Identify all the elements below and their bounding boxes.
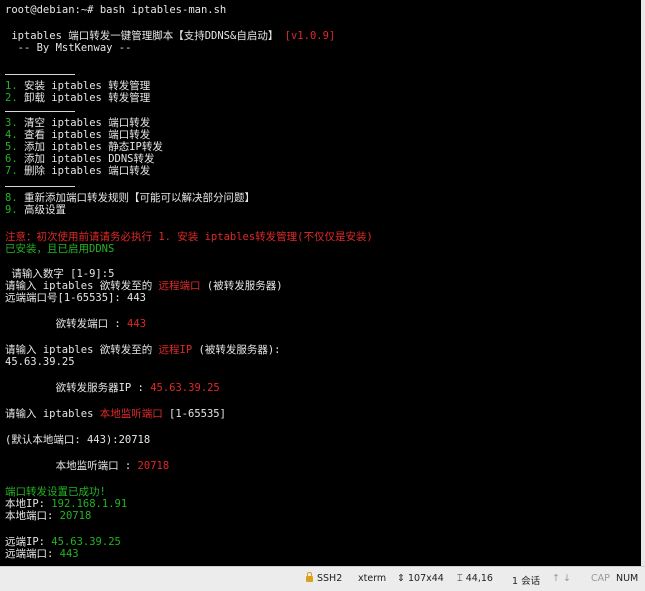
summary-value: 45.63.39.25	[150, 382, 220, 394]
menu-item: 1. 安装 iptables 转发管理	[5, 80, 150, 92]
menu-item-number: 3.	[5, 117, 18, 129]
dest-port-prompt: 请输入 iptables 欲转发至的 远程端口 (被转发服务器)	[5, 280, 283, 292]
summary-label: 欲转发服务器IP :	[5, 382, 151, 394]
prompt-text: (被转发服务器)	[200, 280, 283, 292]
menu-item-number: 4.	[5, 129, 18, 141]
remote-port-line: 远端端口: 443	[5, 548, 79, 560]
summary-value: 20718	[137, 460, 170, 472]
info-label: 远端端口:	[5, 548, 60, 560]
prompt-highlight: 远程IP	[158, 344, 193, 356]
local-port-line: 本地端口: 20718	[5, 510, 91, 522]
header-author: -- By MstKenway --	[5, 42, 132, 54]
status-bar: SSH2 xterm ⇕ 107x44 ⌶ 44,16 1 会话 ↑ ↓ CAP…	[0, 566, 645, 591]
notice-status: 已安装，且已启用DDNS	[5, 243, 115, 255]
cursor-icon: ⌶	[457, 573, 466, 584]
size-value: 107x44	[407, 573, 444, 584]
terminal-scrollbar[interactable]	[641, 0, 645, 566]
menu-item-label: 重新添加端口转发规则【可能可以解决部分问题】	[23, 192, 255, 204]
menu-item-number: 8.	[5, 192, 18, 204]
info-label: 本地端口:	[5, 510, 60, 522]
menu-item-label: 添加 iptables DDNS转发	[23, 153, 155, 165]
dest-port-input: 远端端口号[1-65535]: 443	[5, 292, 147, 304]
info-label: 本地IP:	[5, 498, 52, 510]
dest-ip-input: 45.63.39.25	[5, 356, 75, 368]
terminal-type: xterm	[358, 573, 387, 584]
cursor-position: ⌶ 44,16	[457, 573, 493, 584]
menu-item-label: 删除 iptables 端口转发	[23, 165, 151, 177]
prompt-text: 请输入 iptables 欲转发至的	[5, 344, 159, 356]
dest-ip-prompt: 请输入 iptables 欲转发至的 远程IP (被转发服务器):	[5, 344, 281, 356]
menu-item-label: 清空 iptables 端口转发	[23, 117, 151, 129]
local-port-prompt: 请输入 iptables 本地监听端口 [1-65535]	[5, 408, 226, 420]
ssh-status: SSH2	[306, 572, 343, 584]
terminal-window[interactable]: root@debian:~# bash iptables-man.sh ipta…	[0, 0, 641, 566]
menu-item-label: 添加 iptables 静态IP转发	[23, 141, 163, 153]
menu-item: 2. 卸载 iptables 转发管理	[5, 92, 150, 104]
menu-item-label: 查看 iptables 端口转发	[23, 129, 151, 141]
menu-item: 6. 添加 iptables DDNS转发	[5, 153, 155, 165]
info-value: 192.168.1.91	[51, 498, 128, 510]
summary-value: 443	[127, 318, 147, 330]
local-ip-line: 本地IP: 192.168.1.91	[5, 498, 127, 510]
ssh-label: SSH2	[317, 573, 343, 584]
prompt-highlight: 远程端口	[158, 280, 201, 292]
dest-ip-summary: 欲转发服务器IP : 45.63.39.25	[5, 382, 220, 394]
menu-item-label: 安装 iptables 转发管理	[23, 80, 151, 92]
notice-warning: 注意：初次使用前请请务必执行 1. 安装 iptables转发管理(不仅仅是安装…	[5, 231, 373, 243]
local-port-summary: 本地监听端口 : 20718	[5, 460, 170, 472]
prompt-text: 请输入 iptables	[5, 408, 100, 420]
caps-lock-indicator: CAP	[591, 573, 610, 584]
prompt-highlight: 本地监听端口	[99, 408, 163, 420]
info-label: 远端IP:	[5, 536, 52, 548]
prompt-text: (被转发服务器):	[192, 344, 281, 356]
menu-item: 9. 高级设置	[5, 204, 66, 216]
terminal-size: ⇕ 107x44	[397, 573, 444, 584]
cursor-value: 44,16	[465, 573, 493, 584]
menu-item: 4. 查看 iptables 端口转发	[5, 129, 150, 141]
prompt-text: [1-65535]	[162, 408, 226, 420]
dest-port-summary: 欲转发端口 : 443	[5, 318, 146, 330]
menu-item-number: 6.	[5, 153, 18, 165]
choice-prompt: 请输入数字 [1-9]:5	[5, 268, 115, 280]
remote-ip-line: 远端IP: 45.63.39.25	[5, 536, 121, 548]
menu-divider	[5, 186, 75, 187]
header-version: [v1.0.9]	[284, 30, 336, 42]
prompt-line: root@debian:~# bash iptables-man.sh	[5, 4, 227, 16]
menu-item-number: 5.	[5, 141, 18, 153]
summary-label: 欲转发端口 :	[5, 318, 128, 330]
success-message: 端口转发设置已成功!	[5, 486, 106, 498]
menu-item-label: 高级设置	[23, 204, 66, 216]
info-value: 45.63.39.25	[51, 536, 121, 548]
menu-item-number: 7.	[5, 165, 18, 177]
menu-divider	[5, 74, 75, 75]
prompt-text: 请输入 iptables 欲转发至的	[5, 280, 159, 292]
local-port-input: (默认本地端口: 443):20718	[5, 434, 151, 446]
num-lock-indicator: NUM	[616, 573, 639, 584]
menu-divider	[5, 111, 75, 112]
info-value: 443	[59, 548, 79, 560]
header-title-line: iptables 端口转发一键管理脚本【支持DDNS&自启动】 [v1.0.9]	[5, 30, 335, 42]
menu-item-number: 1.	[5, 80, 18, 92]
menu-item: 3. 清空 iptables 端口转发	[5, 117, 150, 129]
lock-icon	[306, 572, 313, 582]
menu-item: 5. 添加 iptables 静态IP转发	[5, 141, 163, 153]
menu-item-number: 9.	[5, 204, 18, 216]
menu-item: 7. 删除 iptables 端口转发	[5, 165, 150, 177]
header-title: iptables 端口转发一键管理脚本【支持DDNS&自启动】	[5, 30, 279, 42]
summary-label: 本地监听端口 :	[5, 460, 138, 472]
menu-item: 8. 重新添加端口转发规则【可能可以解决部分问题】	[5, 192, 255, 204]
size-icon: ⇕	[397, 573, 408, 584]
menu-item-label: 卸载 iptables 转发管理	[23, 92, 151, 104]
info-value: 20718	[59, 510, 92, 522]
scroll-arrows-icon[interactable]: ↑ ↓	[552, 573, 571, 584]
session-count: 1 会话	[512, 576, 541, 587]
menu-item-number: 2.	[5, 92, 18, 104]
